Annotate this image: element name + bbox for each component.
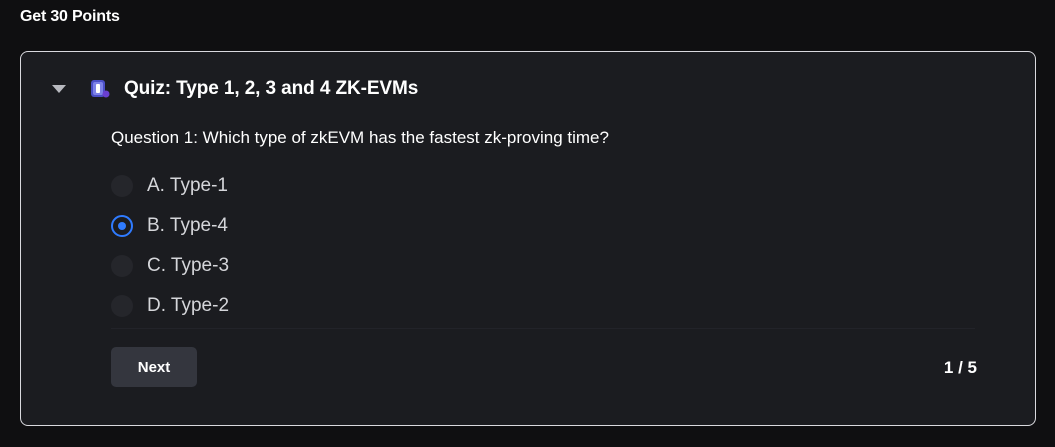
radio-button[interactable]: [111, 255, 133, 277]
quiz-badge-icon: [90, 79, 110, 99]
option-label: A. Type-1: [147, 175, 228, 196]
option-c[interactable]: C. Type-3: [111, 246, 229, 286]
option-label: B. Type-4: [147, 215, 228, 236]
quiz-header-toggle[interactable]: Quiz: Type 1, 2, 3 and 4 ZK-EVMs: [52, 76, 418, 102]
quiz-title: Quiz: Type 1, 2, 3 and 4 ZK-EVMs: [124, 78, 419, 99]
next-button[interactable]: Next: [111, 347, 197, 387]
option-a[interactable]: A. Type-1: [111, 166, 229, 206]
divider: [111, 328, 975, 329]
option-b[interactable]: B. Type-4: [111, 206, 229, 246]
option-d[interactable]: D. Type-2: [111, 286, 229, 326]
answer-options: A. Type-1 B. Type-4 C. Type-3 D. Type-2: [111, 166, 229, 326]
option-label: C. Type-3: [147, 255, 230, 276]
quiz-card: Quiz: Type 1, 2, 3 and 4 ZK-EVMs Questio…: [20, 51, 1036, 426]
radio-button[interactable]: [111, 175, 133, 197]
radio-button[interactable]: [111, 295, 133, 317]
section-title: Get 30 Points: [20, 8, 120, 25]
question-text: Question 1: Which type of zkEVM has the …: [111, 128, 609, 147]
option-label: D. Type-2: [147, 295, 230, 316]
radio-button-selected[interactable]: [111, 215, 133, 237]
caret-down-icon[interactable]: [52, 85, 66, 93]
page-indicator: 1 / 5: [943, 358, 977, 377]
